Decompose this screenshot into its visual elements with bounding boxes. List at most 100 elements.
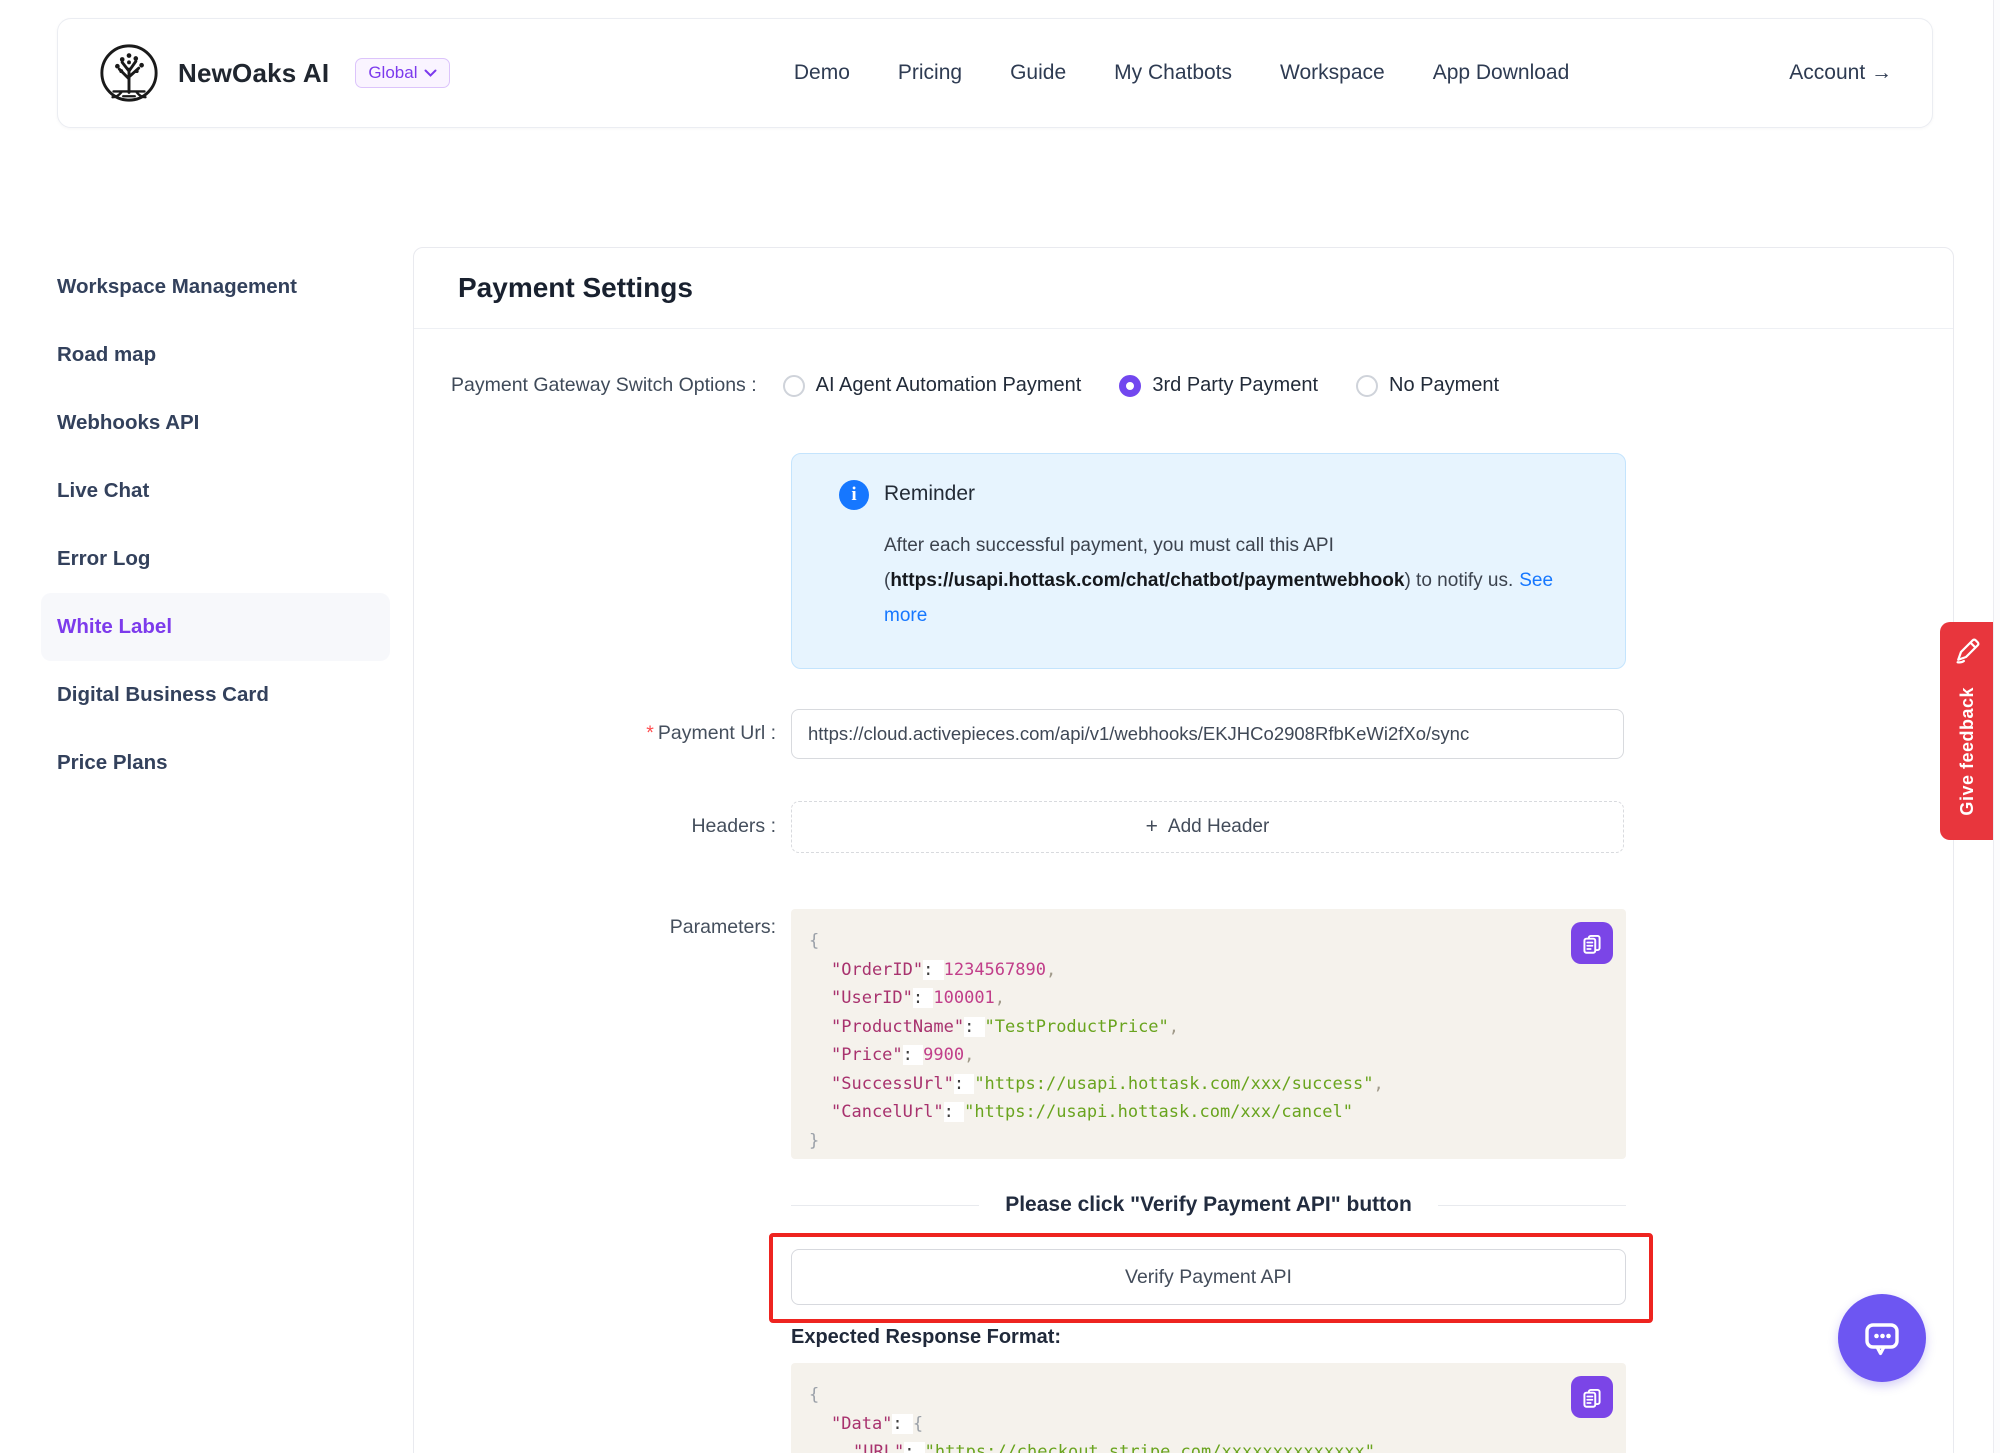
add-header-label: Add Header <box>1168 816 1269 838</box>
code-token-colon: : <box>913 988 933 1008</box>
code-token-brace: } <box>809 1131 819 1151</box>
code-token-string: "https://usapi.hottask.com/xxx/success" <box>974 1074 1373 1094</box>
code-token-colon: : <box>903 1045 923 1065</box>
code-token-string: "https://usapi.hottask.com/xxx/cancel" <box>964 1102 1353 1122</box>
sidebar-item-road-map[interactable]: Road map <box>41 321 390 389</box>
nav-item-demo[interactable]: Demo <box>794 61 850 85</box>
code-token-key: "OrderID" <box>831 960 923 980</box>
code-line: "UserID": 100001, <box>809 984 1556 1013</box>
code-line: { <box>809 1381 1556 1410</box>
sidebar-item-webhooks-api[interactable]: Webhooks API <box>41 389 390 457</box>
code-token-key: "SuccessUrl" <box>831 1074 954 1094</box>
brand-name: NewOaks AI <box>178 58 329 89</box>
radio-ai-agent-automation-payment[interactable]: AI Agent Automation Payment <box>783 374 1082 397</box>
code-token-brace: { <box>809 931 819 951</box>
verify-instruction-divider: Please click "Verify Payment API" button <box>791 1193 1626 1217</box>
code-token-comma: , <box>964 1045 974 1065</box>
give-feedback-tab[interactable]: Give feedback <box>1940 622 1994 840</box>
chat-bubble-icon <box>1858 1314 1906 1362</box>
code-token-comma: , <box>1373 1074 1383 1094</box>
sidebar-item-workspace-management[interactable]: Workspace Management <box>41 253 390 321</box>
code-token-brace: { <box>809 1385 819 1405</box>
payment-url-input[interactable] <box>791 709 1624 759</box>
nav-item-app-download[interactable]: App Download <box>1433 61 1570 85</box>
sidebar-item-live-chat[interactable]: Live Chat <box>41 457 390 525</box>
code-token-number: 100001 <box>933 988 994 1008</box>
code-token-comma: , <box>995 988 1005 1008</box>
code-token-colon: : <box>923 960 943 980</box>
parameters-code-block: { "OrderID": 1234567890, "UserID": 10000… <box>791 909 1626 1159</box>
code-line: "Data": { <box>809 1410 1556 1439</box>
copy-icon <box>1579 1384 1605 1410</box>
reminder-text-after: ) to notify us. <box>1404 570 1513 591</box>
code-token-comma: , <box>1375 1442 1385 1453</box>
code-line: "OrderID": 1234567890, <box>809 956 1556 985</box>
required-asterisk: * <box>646 722 654 744</box>
nav-item-my-chatbots[interactable]: My Chatbots <box>1114 61 1232 85</box>
code-token-number: 1234567890 <box>944 960 1046 980</box>
copy-expected-response-button[interactable] <box>1571 1376 1613 1418</box>
nav-item-workspace[interactable]: Workspace <box>1280 61 1385 85</box>
sidebar-item-digital-business-card[interactable]: Digital Business Card <box>41 661 390 729</box>
code-token-comma: , <box>1169 1017 1179 1037</box>
code-line: "URL": "https://checkout.stripe.com/xxxx… <box>809 1438 1556 1453</box>
give-feedback-label: Give feedback <box>1957 687 1978 816</box>
sidebar-item-white-label[interactable]: White Label <box>41 593 390 661</box>
reminder-alert: i Reminder After each successful payment… <box>791 453 1626 669</box>
nav-item-guide[interactable]: Guide <box>1010 61 1066 85</box>
page-scrollbar[interactable] <box>1993 0 2000 1453</box>
code-token-key: "Data" <box>831 1414 892 1434</box>
payment-url-label: *Payment Url : <box>414 722 776 745</box>
code-line: "Price": 9900, <box>809 1041 1556 1070</box>
card-header: Payment Settings <box>414 248 1953 329</box>
chat-widget-button[interactable] <box>1838 1294 1926 1382</box>
code-token-number: 9900 <box>923 1045 964 1065</box>
code-token-colon: : <box>944 1102 964 1122</box>
nav-item-pricing[interactable]: Pricing <box>898 61 962 85</box>
divider-line <box>791 1205 979 1206</box>
add-header-button[interactable]: + Add Header <box>791 801 1624 853</box>
radio-no-payment[interactable]: No Payment <box>1356 374 1499 397</box>
region-selector[interactable]: Global <box>355 58 450 88</box>
reminder-title: Reminder <box>884 482 975 506</box>
code-line: } <box>809 1127 1556 1156</box>
code-line: "SuccessUrl": "https://usapi.hottask.com… <box>809 1070 1556 1099</box>
code-line: "ProductName": "TestProductPrice", <box>809 1013 1556 1042</box>
code-token-string: "https://checkout.stripe.com/xxxxxxxxxxx… <box>925 1442 1375 1453</box>
radio-unchecked-icon[interactable] <box>783 375 805 397</box>
newoaks-app: NewOaks AI Global Demo Pricing Guide My … <box>0 0 2000 1453</box>
pencil-icon <box>1952 636 1982 671</box>
plus-icon: + <box>1146 815 1158 839</box>
code-token-colon: : <box>904 1442 924 1453</box>
chevron-down-icon <box>424 63 437 83</box>
headers-label: Headers : <box>414 815 776 838</box>
settings-sidebar: Workspace Management Road map Webhooks A… <box>41 253 390 797</box>
gateway-switch-label: Payment Gateway Switch Options : <box>451 374 757 397</box>
divider-line <box>1438 1205 1626 1206</box>
reminder-api-url: https://usapi.hottask.com/chat/chatbot/p… <box>890 570 1404 591</box>
code-token-key: "URL" <box>853 1442 904 1453</box>
radio-unchecked-icon[interactable] <box>1356 375 1378 397</box>
verify-payment-api-button[interactable]: Verify Payment API <box>791 1249 1626 1305</box>
radio-checked-icon[interactable] <box>1119 375 1141 397</box>
region-selector-label: Global <box>368 63 417 83</box>
code-token-colon: : <box>954 1074 974 1094</box>
expected-response-code-block: { "Data": { "URL": "https://checkout.str… <box>791 1363 1626 1453</box>
code-token-colon: : <box>964 1017 984 1037</box>
account-link[interactable]: Account → <box>1789 61 1892 85</box>
code-token-string: "TestProductPrice" <box>985 1017 1169 1037</box>
code-line: { <box>809 927 1556 956</box>
code-token-key: "CancelUrl" <box>831 1102 944 1122</box>
radio-3rd-party-payment[interactable]: 3rd Party Payment <box>1119 374 1318 397</box>
copy-parameters-button[interactable] <box>1571 922 1613 964</box>
verify-instruction-text: Please click "Verify Payment API" button <box>979 1193 1438 1217</box>
code-token-key: "Price" <box>831 1045 903 1065</box>
code-token-key: "UserID" <box>831 988 913 1008</box>
payment-settings-card: Payment Settings Payment Gateway Switch … <box>413 247 1954 1453</box>
sidebar-item-error-log[interactable]: Error Log <box>41 525 390 593</box>
copy-icon <box>1579 930 1605 956</box>
top-navbar: NewOaks AI Global Demo Pricing Guide My … <box>57 18 1933 128</box>
page-title: Payment Settings <box>458 272 693 304</box>
gateway-switch-row: Payment Gateway Switch Options : AI Agen… <box>451 374 1537 397</box>
sidebar-item-price-plans[interactable]: Price Plans <box>41 729 390 797</box>
